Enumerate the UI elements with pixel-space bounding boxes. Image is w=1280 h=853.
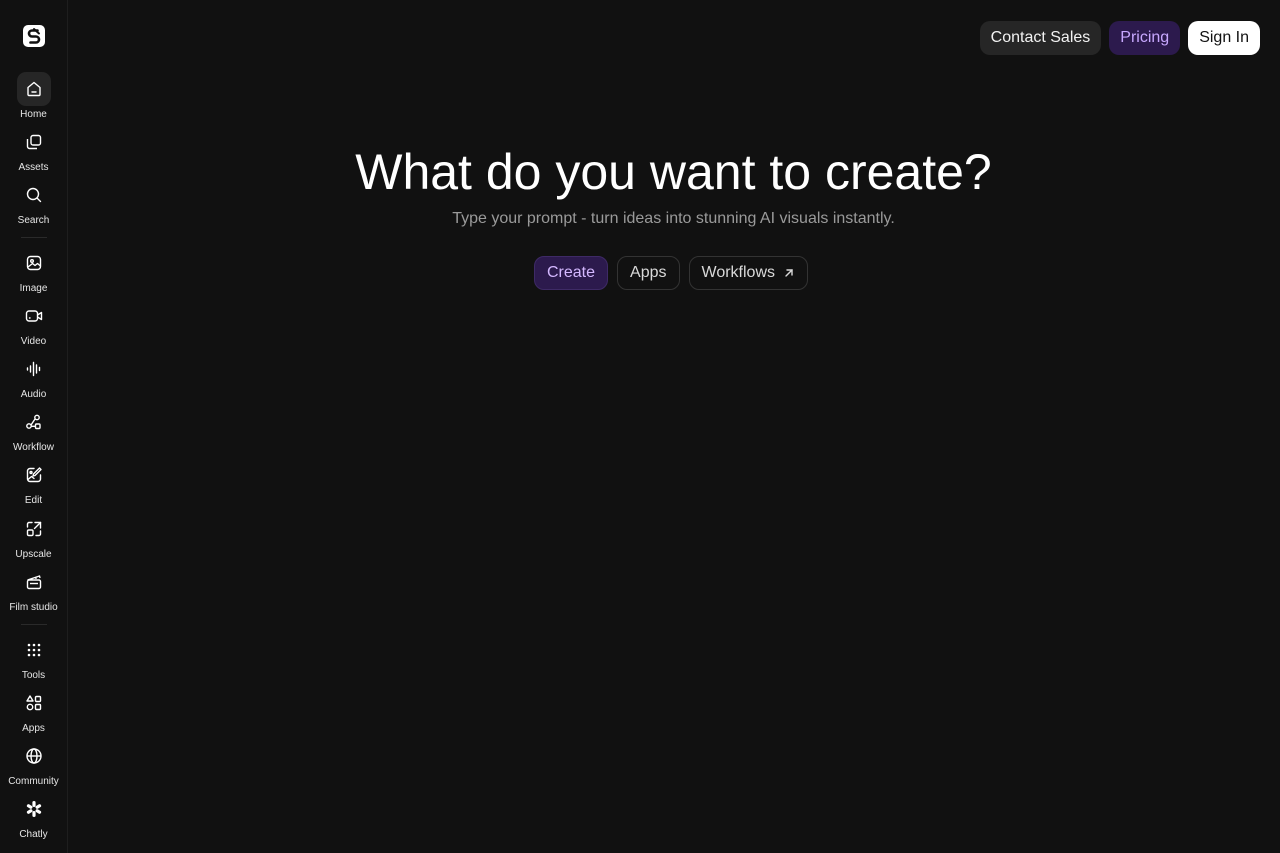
pricing-button[interactable]: Pricing	[1109, 21, 1181, 55]
sidebar-item-label: Tools	[21, 670, 46, 681]
tab-label: Apps	[630, 264, 667, 281]
sidebar-item-film-studio[interactable]: Film studio	[0, 565, 67, 614]
tab-apps[interactable]: Apps	[617, 256, 680, 290]
sidebar: Home Assets Search Image Video Audio Wor…	[0, 0, 68, 853]
sidebar-item-label: Apps	[22, 723, 45, 734]
video-icon	[17, 299, 51, 333]
sidebar-item-label: Video	[20, 336, 47, 347]
edit-icon	[17, 458, 51, 492]
sidebar-item-label: Workflow	[13, 442, 54, 453]
sidebar-item-video[interactable]: Video	[0, 299, 67, 348]
sidebar-divider	[21, 237, 47, 238]
sidebar-item-upscale[interactable]: Upscale	[0, 512, 67, 561]
home-icon	[16, 72, 51, 106]
tab-workflows[interactable]: Workflows	[688, 256, 808, 290]
tab-label: Workflows	[701, 264, 776, 281]
page-title: What do you want to create?	[355, 144, 992, 200]
page-subtitle: Type your prompt - turn ideas into stunn…	[452, 210, 895, 227]
sidebar-item-label: Community	[8, 776, 59, 787]
tools-icon	[17, 633, 51, 667]
tab-label: Create	[547, 264, 596, 281]
chatly-icon	[17, 792, 51, 826]
globe-icon	[17, 739, 51, 773]
header-actions: Contact Sales Pricing Sign In	[979, 21, 1260, 55]
sidebar-item-workflow[interactable]: Workflow	[0, 405, 67, 454]
sidebar-item-home[interactable]: Home	[0, 72, 67, 121]
sidebar-item-label: Upscale	[15, 549, 52, 560]
contact-sales-button[interactable]: Contact Sales	[979, 21, 1102, 55]
logo-icon[interactable]	[20, 22, 48, 50]
mode-tabs: Create Apps Workflows	[534, 256, 808, 290]
sidebar-item-chatly[interactable]: Chatly	[0, 792, 67, 841]
audio-icon	[17, 352, 51, 386]
sidebar-item-label: Audio	[20, 389, 47, 400]
film-studio-icon	[17, 565, 51, 599]
sidebar-item-edit[interactable]: Edit	[0, 458, 67, 507]
image-icon	[17, 246, 51, 280]
sidebar-item-label: Image	[19, 283, 48, 294]
workflow-icon	[17, 405, 51, 439]
sidebar-item-label: Chatly	[19, 829, 48, 840]
sidebar-item-community[interactable]: Community	[0, 739, 67, 788]
sign-in-button[interactable]: Sign In	[1188, 21, 1260, 55]
sidebar-item-tools[interactable]: Tools	[0, 633, 67, 682]
sidebar-item-label: Home	[20, 109, 47, 120]
tab-create[interactable]: Create	[534, 256, 609, 290]
upscale-icon	[17, 512, 51, 546]
apps-icon	[17, 686, 51, 720]
sidebar-item-label: Edit	[24, 495, 43, 506]
arrow-up-right-icon	[783, 267, 795, 279]
sidebar-item-apps[interactable]: Apps	[0, 686, 67, 735]
sidebar-item-image[interactable]: Image	[0, 246, 67, 295]
sidebar-item-audio[interactable]: Audio	[0, 352, 67, 401]
sidebar-item-label: Film studio	[9, 602, 58, 613]
sidebar-divider	[21, 624, 47, 625]
